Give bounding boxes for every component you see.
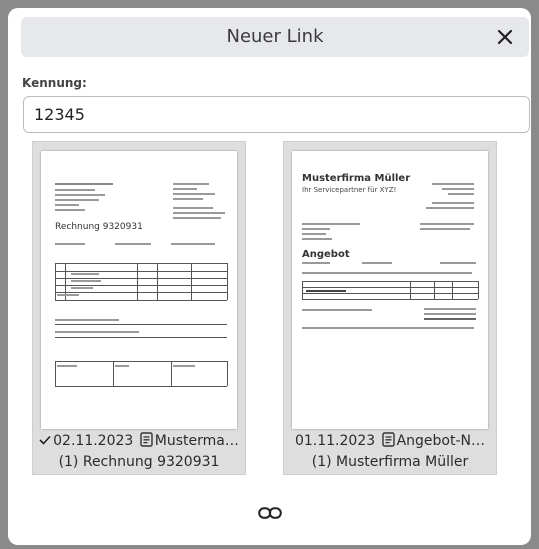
document-card[interactable]: Rechnung 9320931 02.11.2023 Musterma… (1… — [32, 141, 246, 475]
document-icon — [140, 432, 153, 453]
thumb-heading: Musterfirma Müller — [302, 173, 411, 184]
check-icon — [39, 432, 51, 451]
document-title: Angebot-N… — [396, 433, 486, 449]
document-subtitle: (1) Musterfirma Müller — [311, 454, 469, 470]
dialog-header: Neuer Link — [21, 17, 529, 57]
document-thumbnail: Rechnung 9320931 — [41, 151, 237, 429]
thumb-section: Angebot — [302, 249, 350, 260]
link-icon[interactable] — [258, 505, 282, 519]
document-caption: 02.11.2023 Musterma… (1) Rechnung 932093… — [33, 429, 245, 475]
document-caption: 01.11.2023 Angebot-N… (1) Musterfirma Mü… — [284, 429, 496, 475]
close-button[interactable] — [491, 23, 519, 51]
document-icon — [381, 432, 395, 453]
kennung-label: Kennung: — [22, 76, 87, 90]
kennung-input[interactable] — [23, 96, 530, 133]
document-title: Musterma… — [154, 433, 239, 449]
document-date: 02.11.2023 — [53, 433, 134, 449]
document-subtitle: (1) Rechnung 9320931 — [58, 454, 220, 470]
dialog-title: Neuer Link — [226, 26, 324, 47]
thumb-tagline: Ihr Servicepartner für XYZ! — [302, 186, 397, 194]
thumb-heading: Rechnung 9320931 — [55, 222, 143, 232]
document-card[interactable]: Musterfirma Müller Ihr Servicepartner fü… — [283, 141, 497, 475]
document-date: 01.11.2023 — [294, 433, 376, 449]
close-icon — [497, 29, 513, 45]
document-thumbnail: Musterfirma Müller Ihr Servicepartner fü… — [292, 151, 488, 429]
